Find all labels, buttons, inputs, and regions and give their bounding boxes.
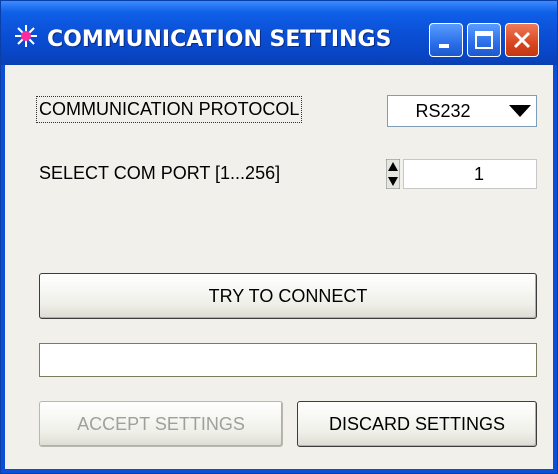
com-port-input[interactable]: 1 <box>403 159 537 189</box>
protocol-label: COMMUNICATION PROTOCOL <box>35 96 303 123</box>
com-port-spinner[interactable] <box>386 159 400 189</box>
close-button[interactable] <box>505 23 539 57</box>
protocol-selected-value: RS232 <box>415 101 471 121</box>
chevron-down-icon[interactable] <box>508 104 532 118</box>
discard-settings-button[interactable]: DISCARD SETTINGS <box>297 401 537 447</box>
dialog-window: COMMUNICATION SETTINGS COMMUNICATION PRO… <box>0 0 558 474</box>
com-port-label: SELECT COM PORT [1...256] <box>39 163 281 183</box>
minimize-icon <box>439 44 449 48</box>
window-title: COMMUNICATION SETTINGS <box>47 27 392 52</box>
maximize-button[interactable] <box>467 23 501 57</box>
dialog-client-area: COMMUNICATION PROTOCOL RS232 SELECT COM … <box>5 65 553 469</box>
maximize-icon <box>475 31 493 49</box>
connection-status-field <box>39 343 537 377</box>
accept-settings-button[interactable]: ACCEPT SETTINGS <box>39 401 283 447</box>
title-bar[interactable]: COMMUNICATION SETTINGS <box>1 1 557 65</box>
laser-starburst-icon <box>15 25 37 47</box>
try-to-connect-button[interactable]: TRY TO CONNECT <box>39 273 537 319</box>
close-icon <box>513 31 531 49</box>
minimize-button[interactable] <box>429 23 463 57</box>
protocol-dropdown[interactable]: RS232 <box>387 95 537 127</box>
